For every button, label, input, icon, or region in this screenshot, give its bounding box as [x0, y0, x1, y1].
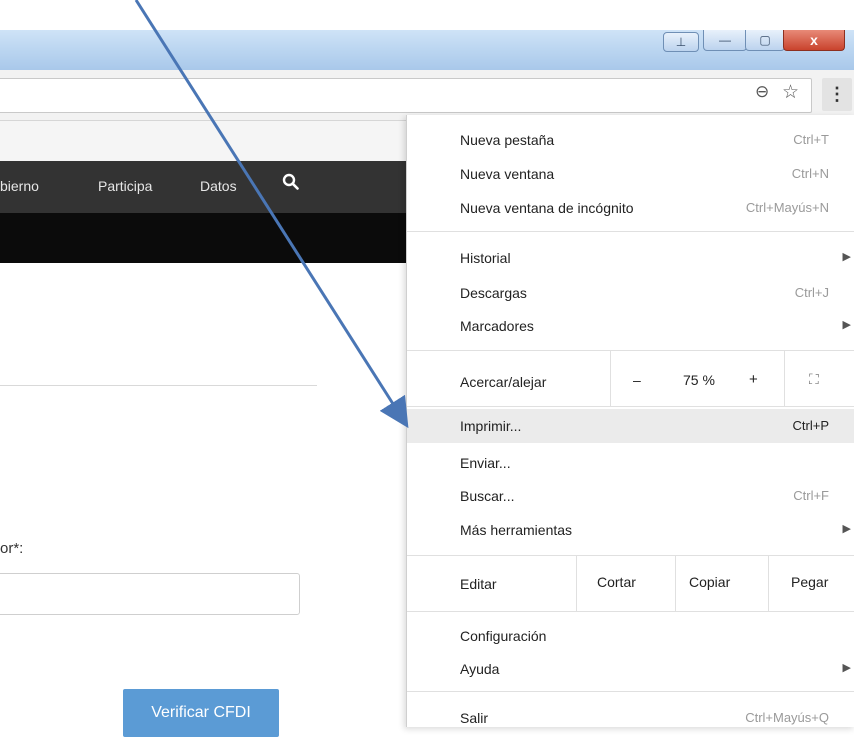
annotation-arrow-icon [134, 0, 409, 429]
